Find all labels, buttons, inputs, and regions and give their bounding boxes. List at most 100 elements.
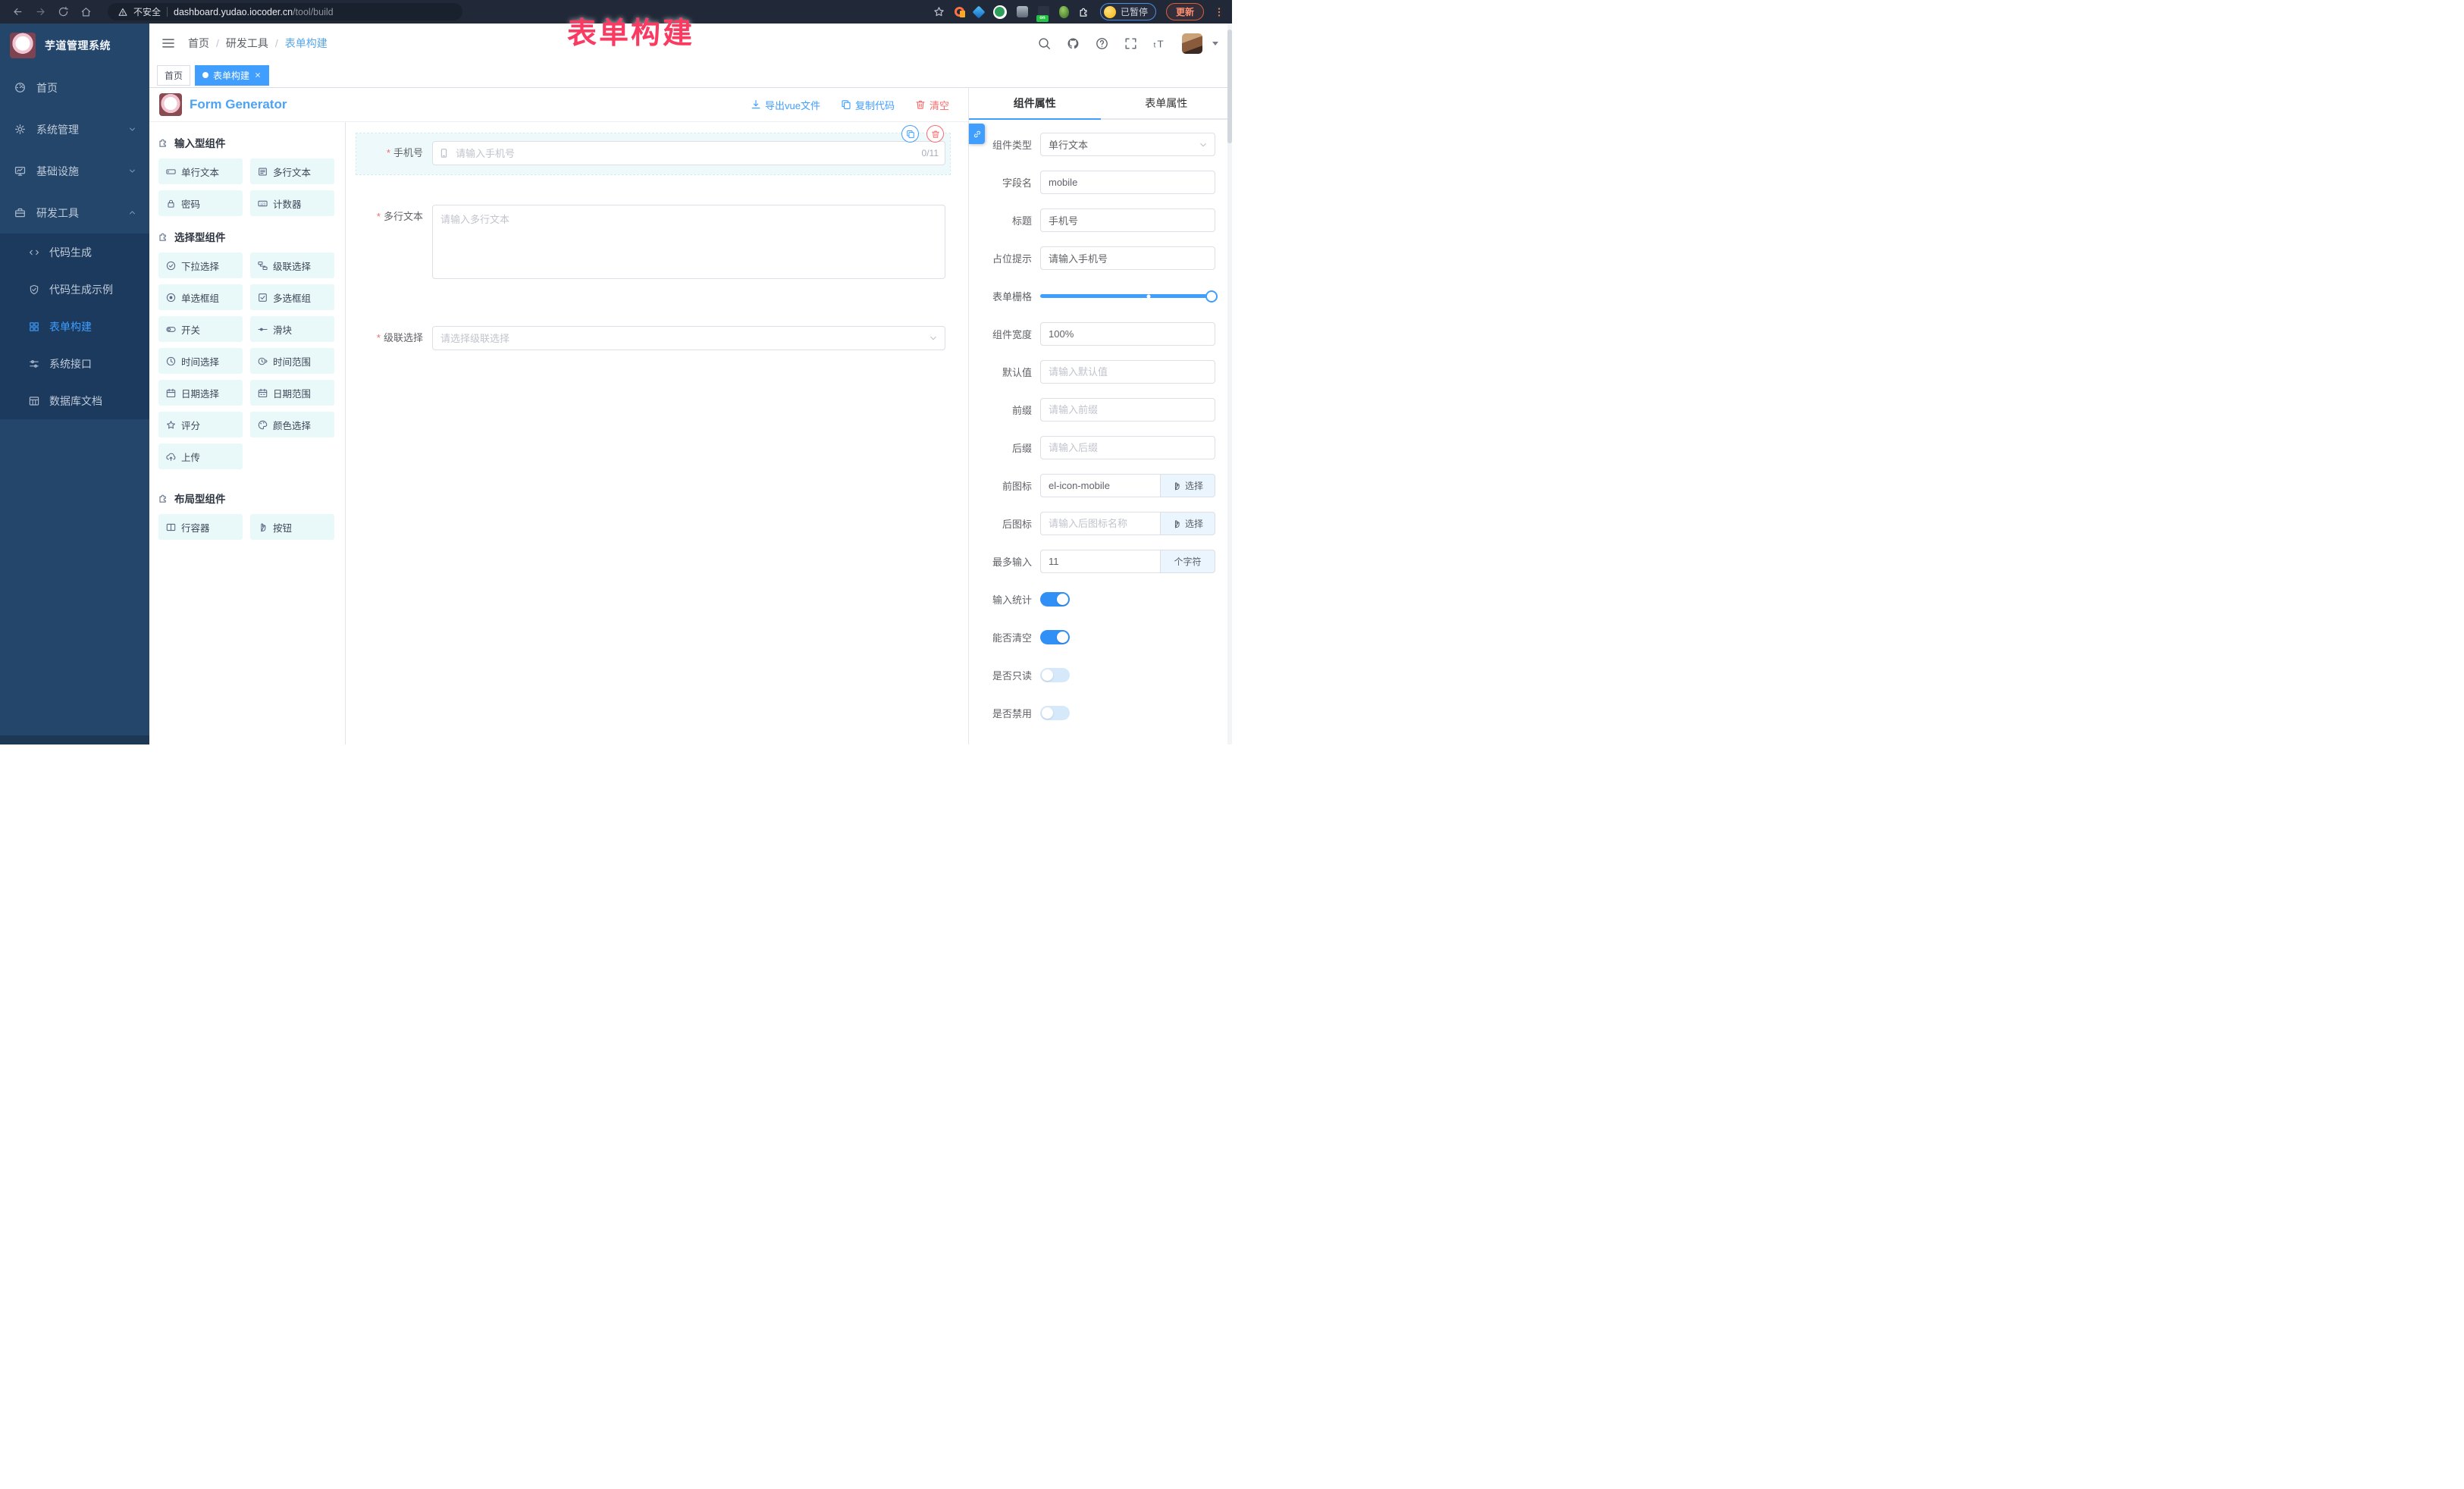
delete-field-button[interactable]: [926, 125, 944, 143]
tab-home[interactable]: 首页: [157, 65, 190, 86]
component-item-switch[interactable]: 开关: [158, 316, 243, 342]
front-icon-choose-button[interactable]: 选择: [1161, 474, 1215, 497]
page-scrollbar[interactable]: [1227, 24, 1232, 744]
help-icon[interactable]: [1096, 37, 1108, 50]
search-icon[interactable]: [1038, 37, 1051, 50]
form-field-textarea[interactable]: 多行文本: [356, 197, 950, 288]
sidebar-item-form-build[interactable]: 表单构建: [0, 308, 149, 345]
component-item-checkbox[interactable]: 多选框组: [250, 284, 334, 310]
form-grid-slider[interactable]: [1040, 284, 1215, 308]
form-field-mobile[interactable]: 手机号 0/11: [356, 133, 950, 174]
mobile-input[interactable]: [432, 141, 945, 165]
disabled-toggle[interactable]: [1040, 706, 1070, 720]
bookmark-star-icon[interactable]: [933, 6, 945, 17]
home-icon[interactable]: [80, 6, 92, 17]
sidebar-item-system[interactable]: 系统管理: [0, 108, 149, 150]
component-item-radio[interactable]: 单选框组: [158, 284, 243, 310]
component-label: 单选框组: [181, 290, 219, 305]
readonly-toggle[interactable]: [1040, 668, 1070, 682]
component-width-input[interactable]: [1040, 322, 1215, 346]
extensions-puzzle-icon[interactable]: [1079, 6, 1090, 17]
breadcrumb-current[interactable]: 表单构建: [285, 36, 328, 51]
component-item-slider[interactable]: 滑块: [250, 316, 334, 342]
prefix-input[interactable]: [1040, 398, 1215, 422]
sidebar-item-infra[interactable]: 基础设施: [0, 150, 149, 192]
url-text[interactable]: dashboard.yudao.iocoder.cn/tool/build: [174, 7, 334, 17]
front-icon-input[interactable]: [1040, 474, 1161, 497]
extension-on-badge-icon[interactable]: [1038, 6, 1049, 17]
component-item-color[interactable]: 颜色选择: [250, 412, 334, 437]
extension-green-icon[interactable]: [993, 5, 1007, 19]
input-stats-toggle[interactable]: [1040, 592, 1070, 607]
placeholder-input[interactable]: [1040, 246, 1215, 270]
component-item-counter[interactable]: 123计数器: [250, 190, 334, 216]
component-item-single-text[interactable]: 单行文本: [158, 158, 243, 184]
rear-icon-input[interactable]: [1040, 512, 1161, 535]
prop-row-front-icon: 前图标 选择: [973, 474, 1215, 497]
sidebar-item-db-doc[interactable]: 数据库文档: [0, 382, 149, 419]
clear-button[interactable]: 清空: [915, 98, 949, 112]
tab-component-props[interactable]: 组件属性: [969, 88, 1101, 118]
component-item-button[interactable]: 按钮: [250, 514, 334, 540]
component-item-time[interactable]: 时间选择: [158, 348, 243, 374]
copy-code-button[interactable]: 复制代码: [841, 98, 895, 112]
component-item-date-range[interactable]: 日期范围: [250, 380, 334, 406]
extension-gray-icon[interactable]: [1017, 6, 1028, 17]
form-preview-canvas[interactable]: 手机号 0/11 多行文本: [346, 122, 968, 744]
sidebar-item-code-gen[interactable]: 代码生成: [0, 234, 149, 271]
link-tag-button[interactable]: [969, 124, 985, 144]
browser-update-button[interactable]: 更新: [1166, 3, 1204, 20]
sidebar-item-system-api[interactable]: 系统接口: [0, 345, 149, 382]
extension-leaf-icon[interactable]: [1059, 6, 1069, 18]
duplicate-field-button[interactable]: [901, 125, 919, 143]
github-icon[interactable]: [1067, 37, 1080, 50]
sidebar-item-home[interactable]: 首页: [0, 67, 149, 108]
component-item-cascader[interactable]: 级联选择: [250, 252, 334, 278]
rear-icon-choose-button[interactable]: 选择: [1161, 512, 1215, 535]
close-icon[interactable]: [254, 71, 262, 79]
form-field-cascader[interactable]: 级联选择: [356, 318, 950, 359]
max-length-input[interactable]: [1040, 550, 1161, 573]
security-label[interactable]: 不安全: [133, 5, 161, 18]
tab-form-build[interactable]: 表单构建: [195, 65, 269, 86]
component-item-select[interactable]: 下拉选择: [158, 252, 243, 278]
back-icon[interactable]: [12, 6, 24, 17]
export-vue-button[interactable]: 导出vue文件: [751, 98, 820, 112]
browser-menu-dots-icon[interactable]: [1214, 7, 1224, 17]
breadcrumb-devtools[interactable]: 研发工具: [226, 36, 268, 51]
component-type-select[interactable]: [1040, 133, 1215, 156]
forward-icon[interactable]: [35, 6, 46, 17]
component-item-password[interactable]: 密码: [158, 190, 243, 216]
suffix-input[interactable]: [1040, 436, 1215, 459]
paused-extension-button[interactable]: 已暂停: [1100, 3, 1156, 20]
slider-track[interactable]: [1040, 294, 1212, 298]
extension-gem-icon[interactable]: [972, 5, 985, 18]
fullscreen-icon[interactable]: [1124, 37, 1137, 50]
avatar[interactable]: [1182, 33, 1202, 54]
field-name-input[interactable]: [1040, 171, 1215, 194]
component-item-upload[interactable]: 上传: [158, 444, 243, 469]
font-size-icon[interactable]: tT: [1153, 37, 1166, 50]
clearable-toggle[interactable]: [1040, 630, 1070, 644]
sidebar-item-devtools[interactable]: 研发工具: [0, 192, 149, 234]
cascader-select[interactable]: [432, 326, 945, 350]
sidebar-item-code-gen-demo[interactable]: 代码生成示例: [0, 271, 149, 308]
component-item-row[interactable]: 行容器: [158, 514, 243, 540]
breadcrumb-home[interactable]: 首页: [188, 36, 209, 51]
address-bar[interactable]: 不安全 dashboard.yudao.iocoder.cn/tool/buil…: [108, 3, 462, 20]
scrollbar-thumb[interactable]: [1227, 30, 1232, 143]
default-value-input[interactable]: [1040, 360, 1215, 384]
component-item-time-range[interactable]: 时间范围: [250, 348, 334, 374]
reload-icon[interactable]: [58, 6, 69, 17]
title-input[interactable]: [1040, 208, 1215, 232]
component-item-textarea[interactable]: 多行文本: [250, 158, 334, 184]
extension-orange-icon[interactable]: [955, 7, 964, 17]
tab-form-props[interactable]: 表单属性: [1101, 88, 1233, 118]
app-logo-row[interactable]: 芋道管理系统: [0, 24, 149, 67]
slider-handle[interactable]: [1205, 290, 1218, 303]
component-item-date[interactable]: 日期选择: [158, 380, 243, 406]
component-item-rate[interactable]: 评分: [158, 412, 243, 437]
textarea-input[interactable]: [432, 205, 945, 279]
avatar-caret-icon[interactable]: [1212, 42, 1218, 45]
hamburger-icon[interactable]: [161, 36, 175, 50]
